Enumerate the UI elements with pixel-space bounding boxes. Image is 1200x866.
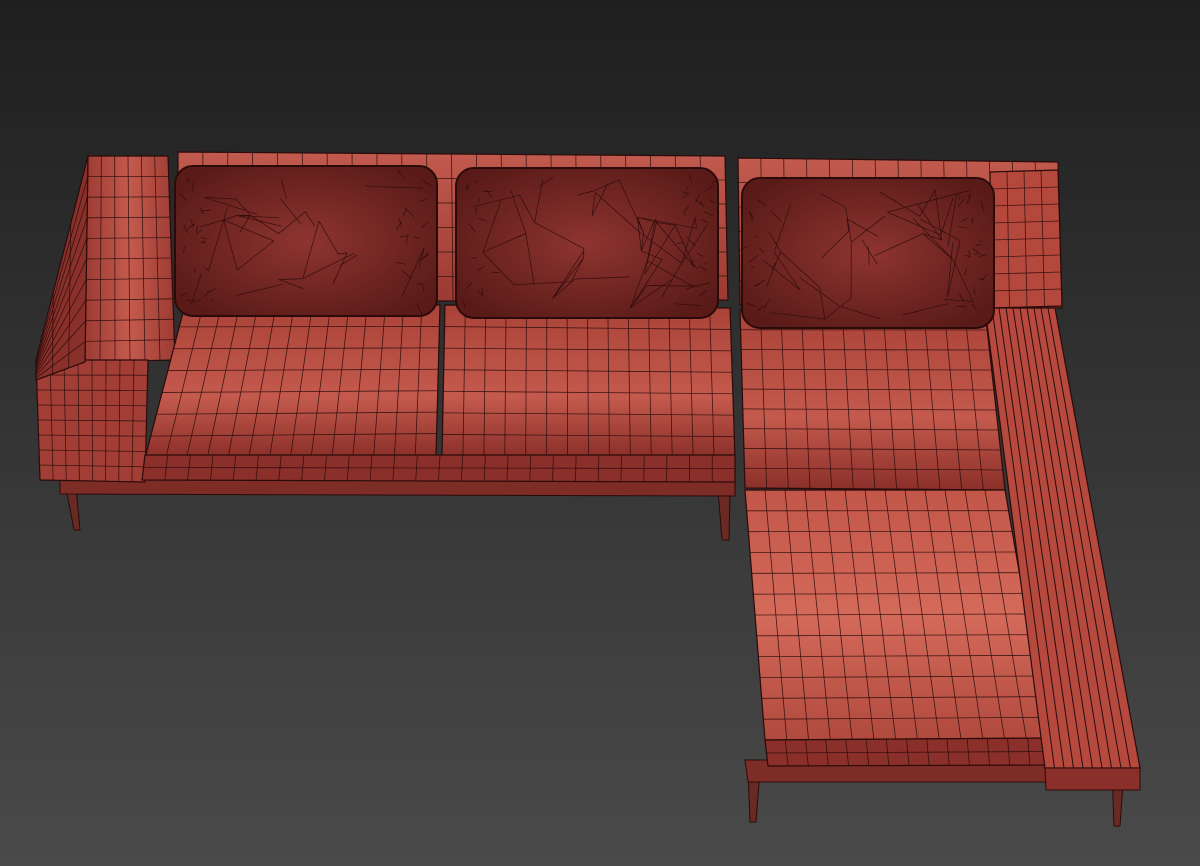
seat-front-face	[141, 454, 736, 483]
seat-cushion-1	[144, 304, 441, 459]
render-canvas	[0, 0, 1200, 866]
arm-left-front	[35, 359, 149, 483]
chaise-front-face	[764, 737, 1051, 767]
arm-left-front-wire	[36, 389, 148, 391]
back-right-side	[989, 169, 1063, 309]
chaise-upper-cushion-surface	[739, 309, 1006, 491]
pillow-middle	[455, 167, 719, 319]
3d-viewport[interactable]	[0, 0, 1200, 866]
pillow-left-surface	[174, 165, 438, 317]
seat-cushion-2	[441, 304, 736, 459]
pillow-left	[174, 165, 438, 317]
chaise-cushion	[744, 489, 1049, 741]
chaise-cushion-wire	[749, 551, 1016, 553]
side-tray-front	[1044, 767, 1141, 791]
arm-left-top	[84, 155, 176, 363]
chaise-upper-cushion	[739, 309, 1006, 491]
pillow-right	[739, 177, 995, 329]
